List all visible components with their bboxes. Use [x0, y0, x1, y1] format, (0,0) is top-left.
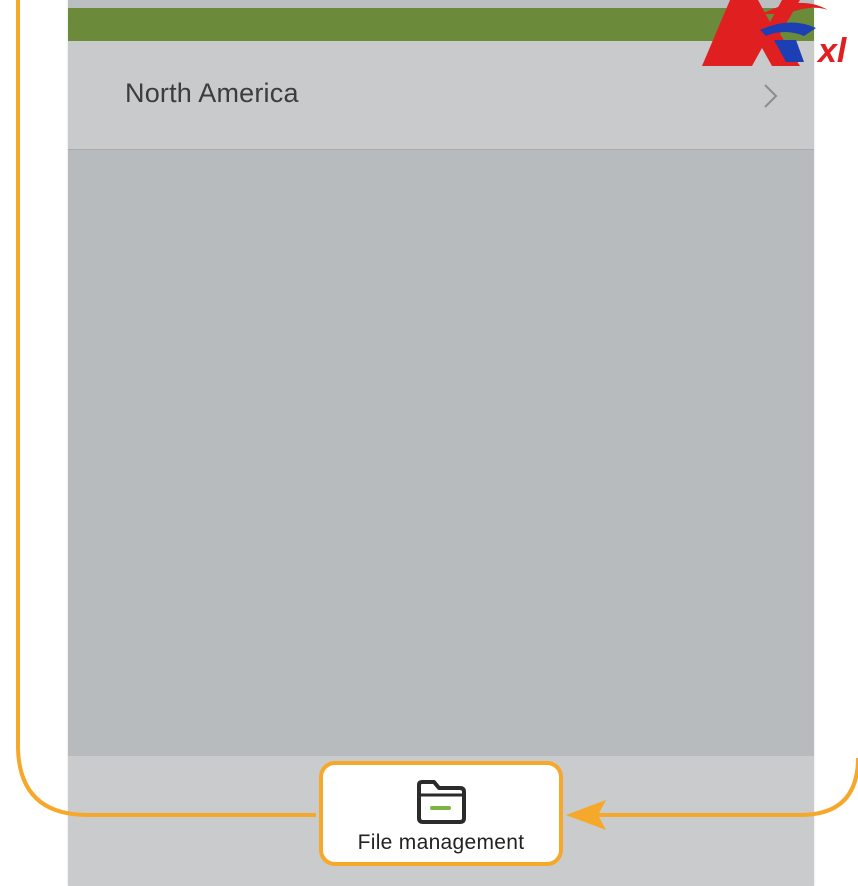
file-management-button[interactable]: File management [319, 761, 563, 866]
watermark-text: xl [816, 32, 848, 70]
chevron-right-icon [764, 84, 778, 108]
folder-icon [417, 780, 466, 824]
watermark-logo: xl [702, 0, 848, 70]
screenshot-stage: North America File management xl [0, 0, 858, 886]
region-label: North America [125, 78, 299, 108]
app-screen: North America [68, 0, 814, 886]
empty-content-area [68, 150, 814, 756]
file-management-label: File management [357, 831, 525, 854]
